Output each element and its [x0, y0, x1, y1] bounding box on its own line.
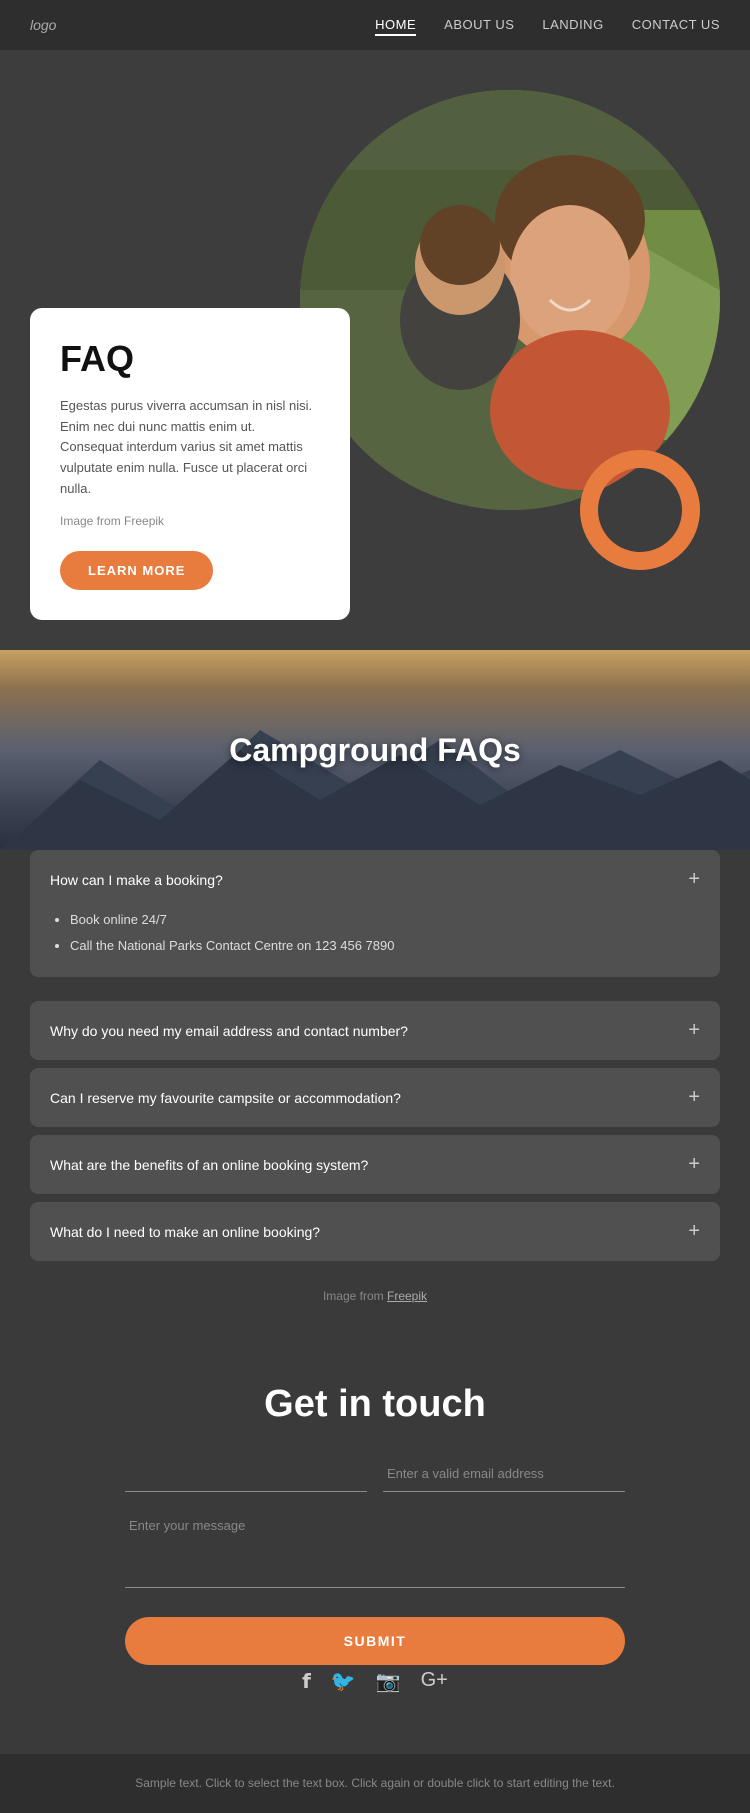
- contact-section: Get in touch SUBMIT  t ⓘ G+ 𝗳 🐦 📷 G+: [0, 1343, 750, 1754]
- nav-contact[interactable]: CONTACT US: [632, 17, 720, 32]
- nav-home[interactable]: HOME: [375, 17, 416, 36]
- mountain-banner: Campground FAQs: [0, 650, 750, 850]
- accordion-question-1: How can I make a booking?: [50, 872, 223, 888]
- accordion-question-2: Why do you need my email address and con…: [50, 1023, 408, 1039]
- accordion-header-3[interactable]: Can I reserve my favourite campsite or a…: [30, 1068, 720, 1127]
- learn-more-button[interactable]: LEARN MORE: [60, 551, 213, 590]
- faq-image-credit: Image from Freepik: [60, 512, 320, 531]
- footer: Sample text. Click to select the text bo…: [0, 1754, 750, 1813]
- decorative-orange-circle: [580, 450, 700, 570]
- nav-about[interactable]: ABOUT US: [444, 17, 514, 32]
- hero-image: [300, 90, 720, 510]
- faq-card-title: FAQ: [60, 338, 320, 380]
- accordion-header-1[interactable]: How can I make a booking? +: [30, 850, 720, 909]
- accordion-item-1: How can I make a booking? + Book online …: [30, 850, 720, 977]
- accordion-header-2[interactable]: Why do you need my email address and con…: [30, 1001, 720, 1060]
- freepik-link[interactable]: Freepik: [387, 1289, 427, 1303]
- submit-button[interactable]: SUBMIT: [125, 1617, 625, 1665]
- hero-section: FAQ Egestas purus viverra accumsan in ni…: [0, 50, 750, 650]
- email-input[interactable]: [383, 1456, 625, 1492]
- accordion-question-4: What are the benefits of an online booki…: [50, 1157, 368, 1173]
- accordion-answer-item-1-1: Book online 24/7: [70, 909, 700, 931]
- accordion-item-4: What are the benefits of an online booki…: [30, 1135, 720, 1194]
- twitter-icon-2[interactable]: 🐦: [331, 1669, 356, 1694]
- accordion-question-3: Can I reserve my favourite campsite or a…: [50, 1090, 401, 1106]
- faq-accordion-section: How can I make a booking? + Book online …: [0, 850, 750, 1343]
- campground-faq-title: Campground FAQs: [229, 732, 521, 769]
- accordion-item-5: What do I need to make an online booking…: [30, 1202, 720, 1261]
- faq-card-description: Egestas purus viverra accumsan in nisl n…: [60, 396, 320, 500]
- accordion-item-2: Why do you need my email address and con…: [30, 1001, 720, 1060]
- accordion-plus-icon-3: +: [688, 1086, 700, 1109]
- accordion-plus-icon-5: +: [688, 1220, 700, 1243]
- googleplus-icon-2[interactable]: G+: [421, 1669, 448, 1694]
- accordion-question-5: What do I need to make an online booking…: [50, 1224, 320, 1240]
- navbar: logo HOME ABOUT US LANDING CONTACT US: [0, 0, 750, 50]
- nav-landing[interactable]: LANDING: [542, 17, 603, 32]
- accordion-header-5[interactable]: What do I need to make an online booking…: [30, 1202, 720, 1261]
- faq-card: FAQ Egestas purus viverra accumsan in ni…: [30, 308, 350, 620]
- accordion-plus-icon-2: +: [688, 1019, 700, 1042]
- accordion-item-3: Can I reserve my favourite campsite or a…: [30, 1068, 720, 1127]
- form-name-email-row: [125, 1456, 625, 1492]
- accordion-answer-item-1-2: Call the National Parks Contact Centre o…: [70, 935, 700, 957]
- nav-logo: logo: [30, 17, 56, 33]
- footer-text: Sample text. Click to select the text bo…: [30, 1774, 720, 1793]
- message-textarea[interactable]: [125, 1508, 625, 1588]
- accordion-header-4[interactable]: What are the benefits of an online booki…: [30, 1135, 720, 1194]
- instagram-icon-2[interactable]: 📷: [376, 1669, 401, 1694]
- accordion-plus-icon-4: +: [688, 1153, 700, 1176]
- name-input[interactable]: [125, 1456, 367, 1492]
- contact-title: Get in touch: [30, 1383, 720, 1426]
- accordion-body-1: Book online 24/7 Call the National Parks…: [30, 909, 720, 977]
- facebook-icon-2[interactable]: 𝗳: [302, 1669, 311, 1694]
- nav-links: HOME ABOUT US LANDING CONTACT US: [375, 16, 720, 34]
- campground-image-credit: Image from Freepik: [30, 1269, 720, 1323]
- contact-form: SUBMIT: [125, 1456, 625, 1689]
- accordion-plus-icon-1: +: [688, 868, 700, 891]
